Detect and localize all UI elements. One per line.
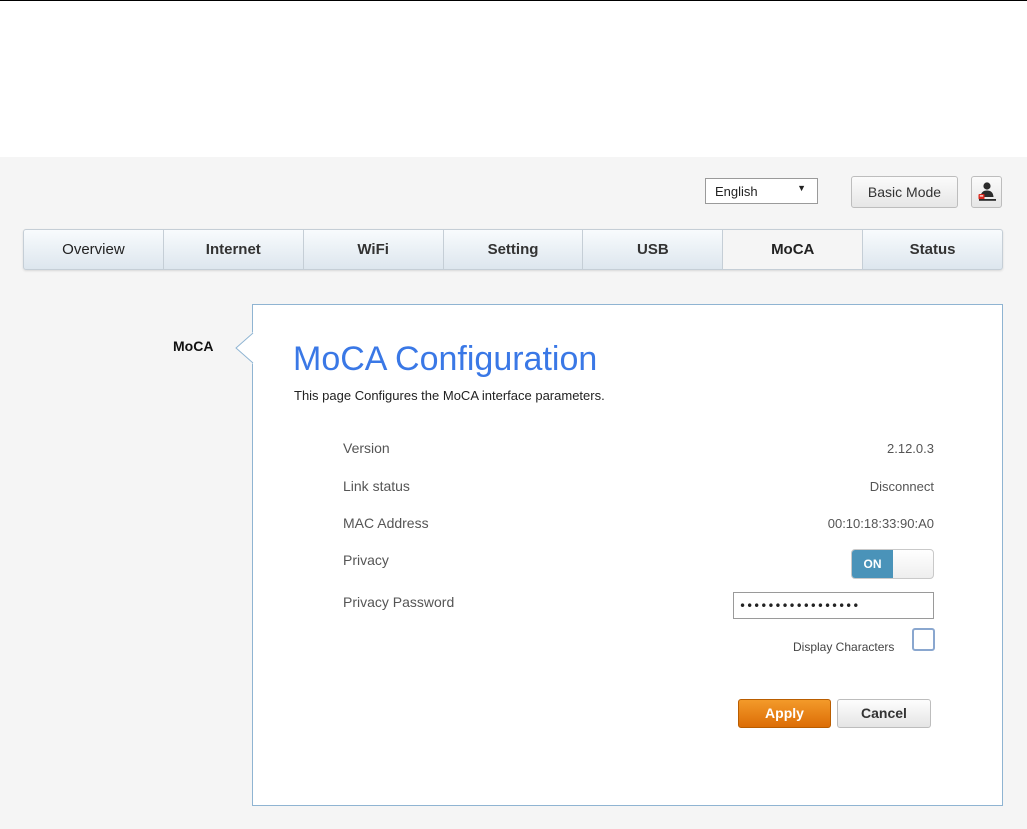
user-icon [978,182,996,201]
tab-moca[interactable]: MoCA [723,230,864,269]
privacy-label: Privacy [343,552,389,568]
basic-mode-button[interactable]: Basic Mode [851,176,958,208]
main-nav: Overview Internet WiFi Setting USB MoCA … [23,229,1003,270]
tab-status[interactable]: Status [863,230,1002,269]
language-select[interactable]: English ▼ [705,178,818,204]
link-status-value: Disconnect [869,479,934,494]
language-select-value: English [715,184,758,199]
mac-address-label: MAC Address [343,515,429,531]
link-status-label: Link status [343,478,410,494]
privacy-toggle-state: ON [852,550,893,578]
cancel-button[interactable]: Cancel [837,699,931,728]
page-subtitle: This page Configures the MoCA interface … [294,388,605,403]
tab-wifi[interactable]: WiFi [304,230,444,269]
display-characters-label: Display Characters [793,640,895,654]
tab-usb[interactable]: USB [583,230,724,269]
display-characters-checkbox[interactable] [912,628,935,651]
privacy-password-label: Privacy Password [343,594,455,610]
privacy-toggle[interactable]: ON [851,549,934,579]
top-border [0,0,1027,1]
sidebar-item-moca[interactable]: MoCA [173,338,213,354]
apply-button[interactable]: Apply [738,699,831,728]
privacy-password-input[interactable]: ••••••••••••••••• [733,592,934,619]
page-title: MoCA Configuration [293,340,598,378]
tab-overview[interactable]: Overview [24,230,164,269]
panel-pointer-arrow [235,332,254,364]
tab-internet[interactable]: Internet [164,230,304,269]
caret-down-icon: ▼ [797,183,806,193]
version-value: 2.12.0.3 [887,441,934,456]
mac-address-value: 00:10:18:33:90:A0 [827,516,934,531]
version-label: Version [343,440,390,456]
tab-setting[interactable]: Setting [444,230,584,269]
user-button[interactable] [971,176,1002,208]
